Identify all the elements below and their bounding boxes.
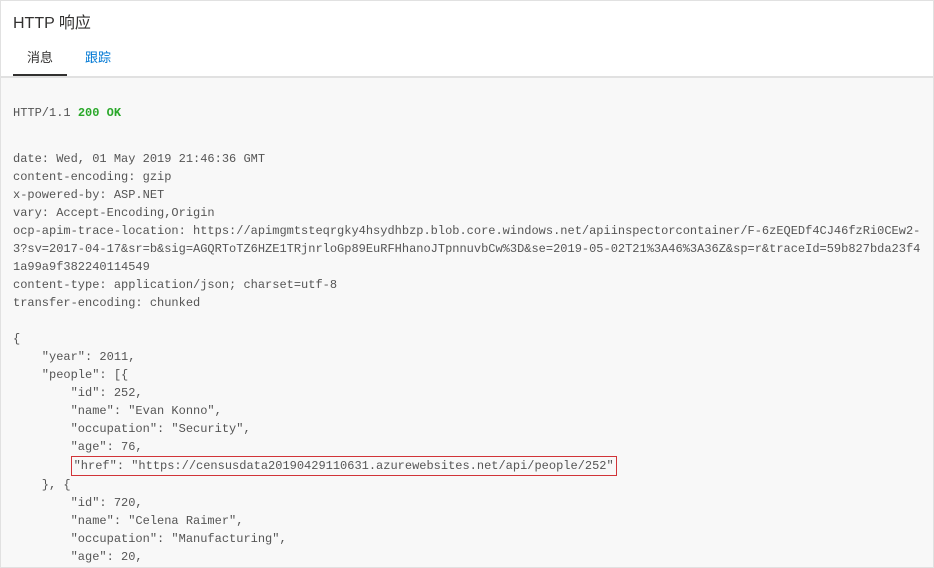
response-body: HTTP/1.1 200 OK date: Wed, 01 May 2019 2… [1, 77, 933, 567]
tabs: 消息 跟踪 [1, 39, 933, 77]
http-response-panel: HTTP 响应 消息 跟踪 HTTP/1.1 200 OK date: Wed,… [0, 0, 934, 568]
tab-trace[interactable]: 跟踪 [71, 39, 125, 76]
tab-message[interactable]: 消息 [13, 39, 67, 76]
headers-block: date: Wed, 01 May 2019 21:46:36 GMT cont… [13, 150, 921, 312]
panel-title: HTTP 响应 [1, 1, 933, 39]
status-line: HTTP/1.1 200 OK [13, 104, 921, 122]
json-body: { "year": 2011, "people": [{ "id": 252, … [13, 330, 921, 567]
http-status: 200 OK [78, 106, 121, 120]
highlighted-href: "href": "https://censusdata2019042911063… [71, 456, 617, 476]
http-proto: HTTP/1.1 [13, 106, 71, 120]
